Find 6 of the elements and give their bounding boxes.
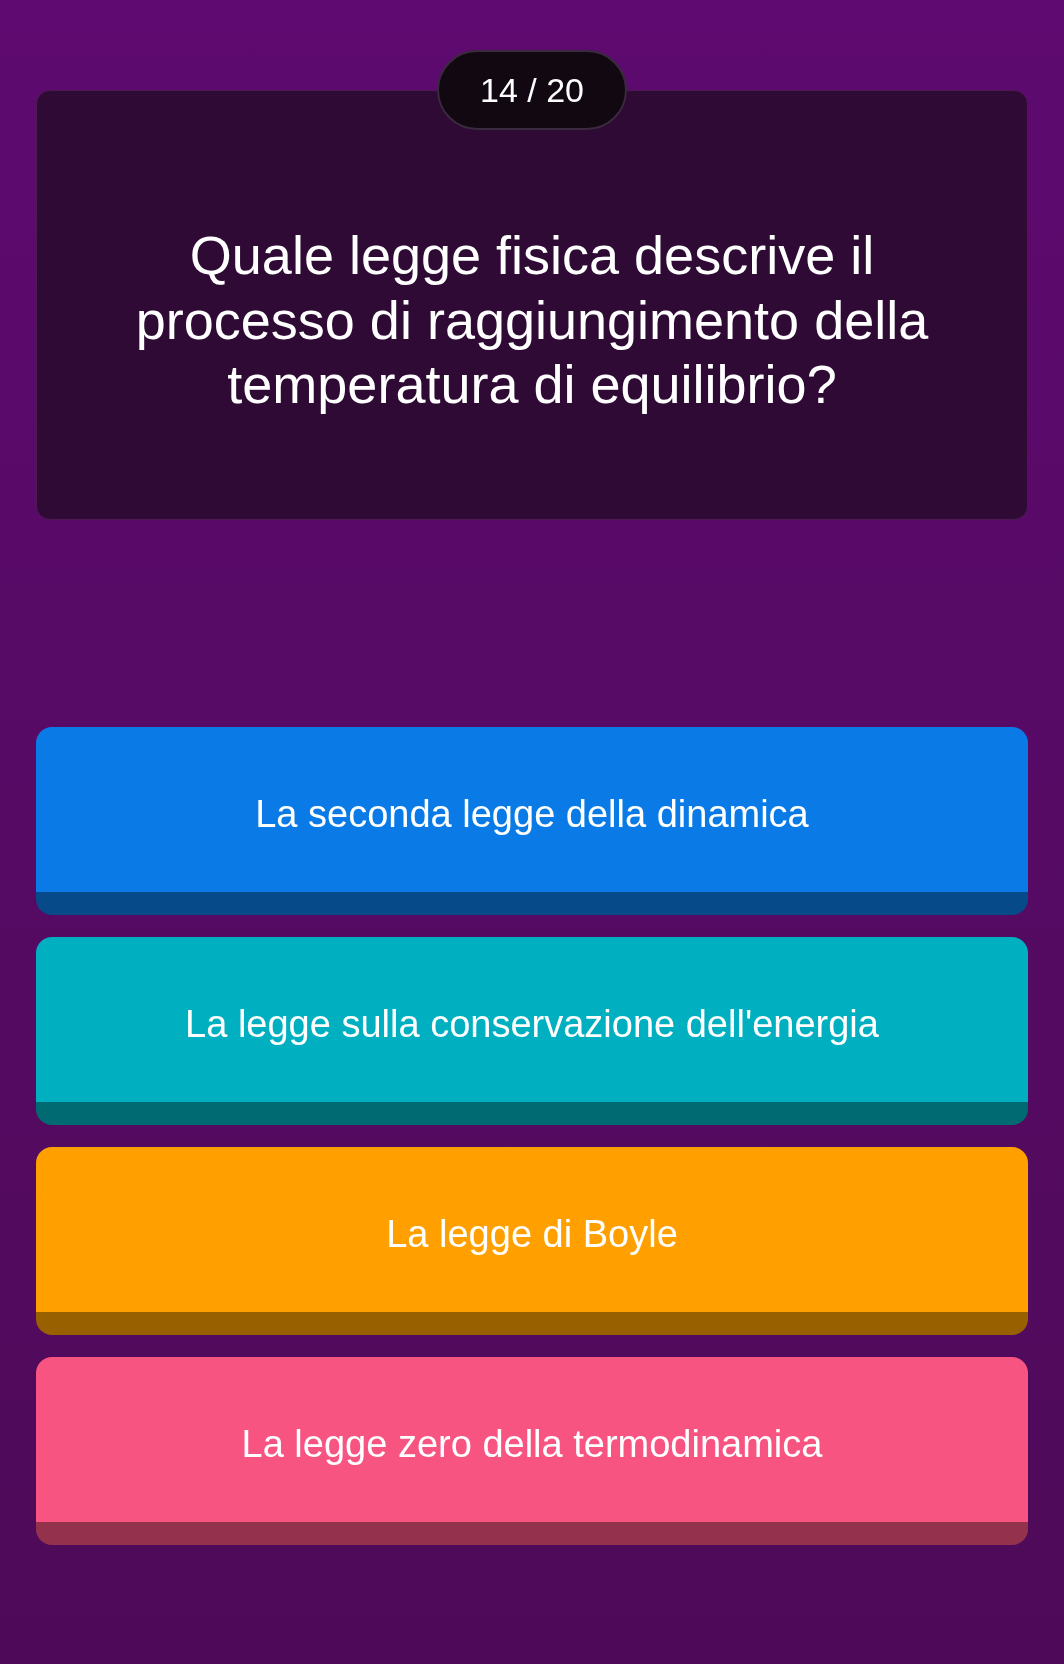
question-text: Quale legge fisica descrive il processo di raggiungimento della temperatura di equilibrio? — [134, 223, 930, 417]
answer-button[interactable]: La seconda legge della dinamica — [36, 727, 1028, 915]
answer-button[interactable]: La legge zero della termodinamica — [36, 1357, 1028, 1545]
answer-button[interactable]: La legge di Boyle — [36, 1147, 1028, 1335]
question-counter: 14 / 20 — [437, 50, 627, 130]
answer-button[interactable]: La legge sulla conservazione dell'energia — [36, 937, 1028, 1125]
